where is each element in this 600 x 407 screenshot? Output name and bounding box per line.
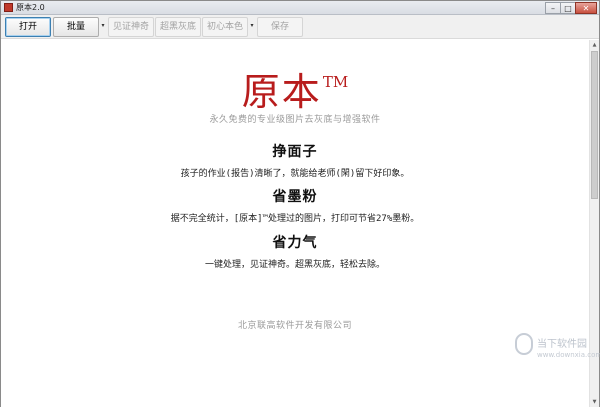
window-title: 原本2.0 — [16, 3, 45, 12]
brand-logo: 原本TM — [1, 69, 589, 115]
section-title: 省力气 — [272, 235, 318, 251]
section-desc: 一键处理，见证神奇。超黑灰底，轻松去除。 — [204, 260, 385, 270]
watermark-logo-icon — [515, 333, 533, 355]
company-footer: 北京联高软件开发有限公司 — [237, 321, 352, 331]
section-desc: 孩子的作业(报告)清晰了，就能给老师(閑)留下好印象。 — [180, 169, 410, 179]
scroll-thumb[interactable] — [591, 51, 598, 199]
batch-dropdown-arrow-icon[interactable]: ▾ — [99, 17, 107, 37]
watermark-text: 当下软件园 — [537, 339, 587, 350]
scroll-up-arrow-icon[interactable]: ▲ — [590, 40, 599, 50]
minimize-button[interactable]: – — [545, 2, 561, 14]
original-color-button[interactable]: 初心本色 — [202, 17, 248, 37]
batch-button[interactable]: 批量 — [53, 17, 99, 37]
main-content: 原本TM 永久免费的专业级图片去灰底与增强软件 挣面子 孩子的作业(报告)清晰了… — [1, 40, 589, 407]
title-bar[interactable]: 原本2.0 – □ ✕ — [1, 1, 599, 15]
color-dropdown-arrow-icon[interactable]: ▾ — [248, 17, 256, 37]
scroll-down-arrow-icon[interactable]: ▼ — [590, 397, 599, 407]
section-title: 挣面子 — [272, 144, 318, 160]
window-controls: – □ ✕ — [545, 2, 597, 14]
watermark-url: www.downxia.com — [537, 351, 600, 359]
super-dark-gray-button[interactable]: 超黑灰底 — [155, 17, 201, 37]
section-desc: 据不完全统计，[原本]™处理过的图片，打印可节省27%墨粉。 — [170, 214, 420, 224]
close-button[interactable]: ✕ — [575, 2, 597, 14]
trademark-symbol: TM — [322, 73, 349, 91]
brand-subtitle: 永久免费的专业级图片去灰底与增强软件 — [209, 115, 381, 125]
app-icon — [4, 3, 13, 12]
open-button[interactable]: 打开 — [5, 17, 51, 37]
toolbar: 打开 批量 ▾ 见证神奇 超黑灰底 初心本色 ▾ 保存 — [1, 15, 599, 39]
save-button[interactable]: 保存 — [257, 17, 303, 37]
app-window: 原本2.0 – □ ✕ 打开 批量 ▾ 见证神奇 超黑灰底 初心本色 ▾ 保存 … — [0, 0, 600, 407]
maximize-button[interactable]: □ — [560, 2, 576, 14]
section-title: 省墨粉 — [272, 189, 318, 205]
verify-magic-button[interactable]: 见证神奇 — [108, 17, 154, 37]
watermark: 当下软件园 www.downxia.com — [511, 331, 600, 375]
brand-name: 原本 — [241, 70, 322, 114]
